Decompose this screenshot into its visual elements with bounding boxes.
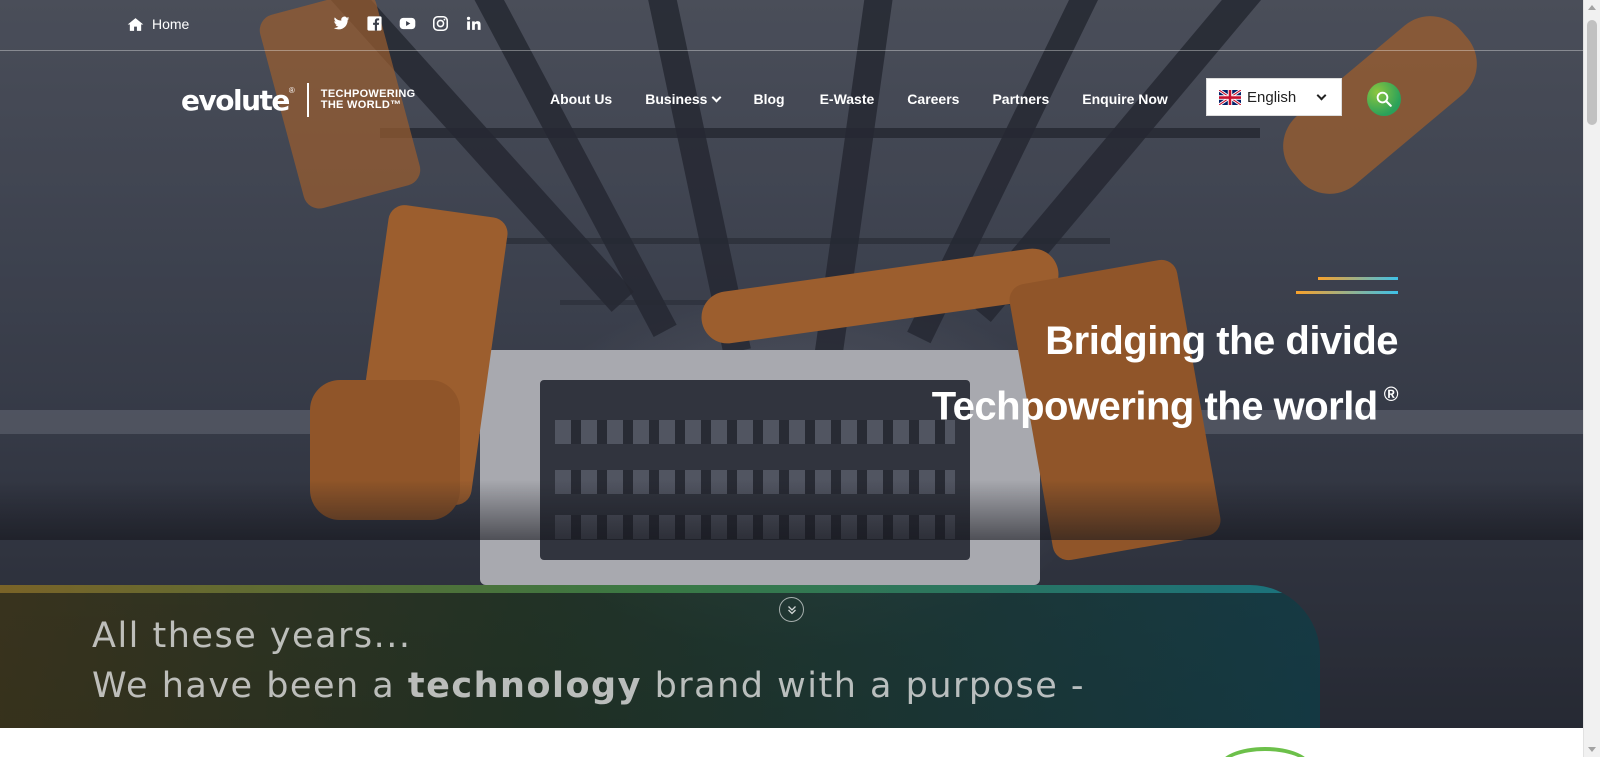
nav-business[interactable]: Business [645,91,722,107]
social-links [333,15,482,32]
twitter-icon[interactable] [333,15,350,32]
nav-blog[interactable]: Blog [753,91,784,107]
nav-business-label: Business [645,91,708,107]
hero-headline-line-1: Bridging the divide [1045,319,1398,363]
hero-headline: Bridging the divide Techpowering the wor… [931,312,1399,435]
home-link[interactable]: Home [127,16,189,32]
search-button[interactable] [1367,82,1401,116]
uk-flag-icon [1219,89,1241,105]
search-icon [1376,91,1392,107]
scroll-up-arrow-icon[interactable] [1588,5,1596,10]
site-logo[interactable]: evolute ® TECHPOWERING THE WORLD™ [181,83,415,117]
youtube-icon[interactable] [399,15,416,32]
banner-line-2-post: brand with a purpose - [654,666,1086,706]
instagram-icon[interactable] [432,15,449,32]
accent-line [1296,291,1398,294]
hero-headline-line-2: Techpowering the world ® [931,370,1399,435]
nav-careers[interactable]: Careers [907,91,959,107]
nav-partners[interactable]: Partners [992,91,1049,107]
logo-wordmark: evolute [181,83,290,117]
hero-headline-line-2-text: Techpowering the world [931,384,1379,429]
logo-divider [306,83,309,117]
banner-line-1: All these years... [92,616,412,656]
top-bar: Home [0,0,1583,51]
purpose-banner [0,585,1320,728]
home-label: Home [152,16,190,32]
headline-accent-lines [1293,277,1398,295]
logo-registered-mark: ® [288,85,295,95]
scroll-down-button[interactable] [779,597,804,622]
facebook-icon[interactable] [366,15,383,32]
chevron-down-icon [712,92,722,103]
home-icon [127,17,144,31]
language-selected: English [1247,88,1297,106]
language-select[interactable]: English [1206,78,1342,116]
main-nav: About Us Business Blog E-Waste Careers P… [550,91,1168,107]
accent-line [1318,277,1398,280]
nav-e-waste[interactable]: E-Waste [820,91,875,107]
logo-tagline: TECHPOWERING THE WORLD™ [321,89,416,111]
banner-line-2-pre: We have been a [92,666,396,706]
banner-line-2: We have been a technology brand with a p… [92,666,1085,706]
logo-tagline-line-2: THE WORLD™ [320,99,402,111]
chevron-down-icon [1316,90,1327,101]
page-scrollbar[interactable] [1583,0,1600,757]
banner-line-2-bold: technology [407,666,642,706]
green-circle-graphic [1219,747,1311,757]
scrollbar-thumb[interactable] [1587,20,1597,125]
nav-about-us[interactable]: About Us [550,91,612,107]
double-chevron-down-icon [787,605,796,614]
scroll-down-arrow-icon[interactable] [1588,747,1596,752]
linkedin-icon[interactable] [465,15,482,32]
registered-mark: ® [1383,384,1399,406]
nav-enquire-now[interactable]: Enquire Now [1082,91,1168,107]
